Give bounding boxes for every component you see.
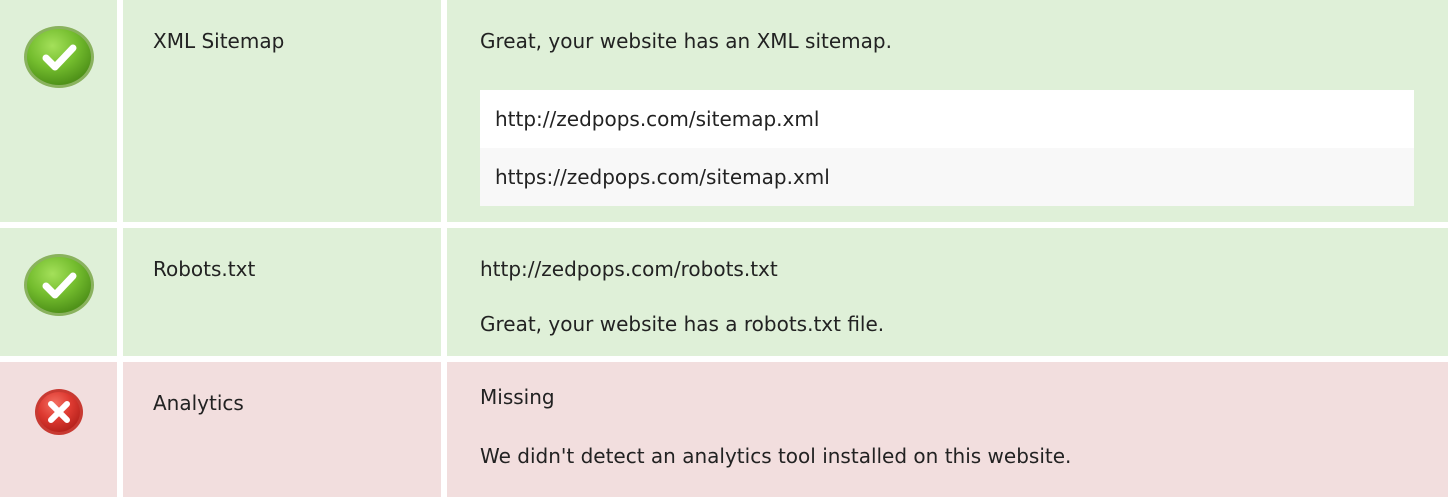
robots-name-cell: Robots.txt <box>123 228 441 356</box>
sitemap-url-item: http://zedpops.com/sitemap.xml <box>480 90 1414 148</box>
analytics-row: Analytics Missing We didn't detect an an… <box>0 362 1448 497</box>
sitemap-url-list: http://zedpops.com/sitemap.xml https://z… <box>480 90 1414 206</box>
robots-message: Great, your website has a robots.txt fil… <box>480 312 885 336</box>
cross-circle-icon <box>35 389 83 435</box>
analytics-status-cell <box>0 362 117 497</box>
sitemap-name-cell: XML Sitemap <box>123 0 441 222</box>
check-circle-icon <box>24 26 94 88</box>
robots-label: Robots.txt <box>153 257 256 281</box>
analytics-result: Missing <box>480 385 555 409</box>
sitemap-message: Great, your website has an XML sitemap. <box>480 29 892 53</box>
robots-row: Robots.txt http://zedpops.com/robots.txt… <box>0 228 1448 356</box>
sitemap-status-cell <box>0 0 117 222</box>
check-circle-icon <box>24 254 94 316</box>
sitemap-url-item: https://zedpops.com/sitemap.xml <box>480 148 1414 206</box>
analytics-name-cell: Analytics <box>123 362 441 497</box>
analytics-message: We didn't detect an analytics tool insta… <box>480 444 1072 468</box>
analytics-value-cell: Missing We didn't detect an analytics to… <box>447 362 1448 497</box>
robots-status-cell <box>0 228 117 356</box>
seo-results-table: XML Sitemap Great, your website has an X… <box>0 0 1448 497</box>
robots-url: http://zedpops.com/robots.txt <box>480 257 778 281</box>
sitemap-row: XML Sitemap Great, your website has an X… <box>0 0 1448 222</box>
sitemap-label: XML Sitemap <box>153 29 285 53</box>
analytics-label: Analytics <box>153 391 244 415</box>
robots-value-cell: http://zedpops.com/robots.txt Great, you… <box>447 228 1448 356</box>
sitemap-value-cell: Great, your website has an XML sitemap. … <box>447 0 1448 222</box>
